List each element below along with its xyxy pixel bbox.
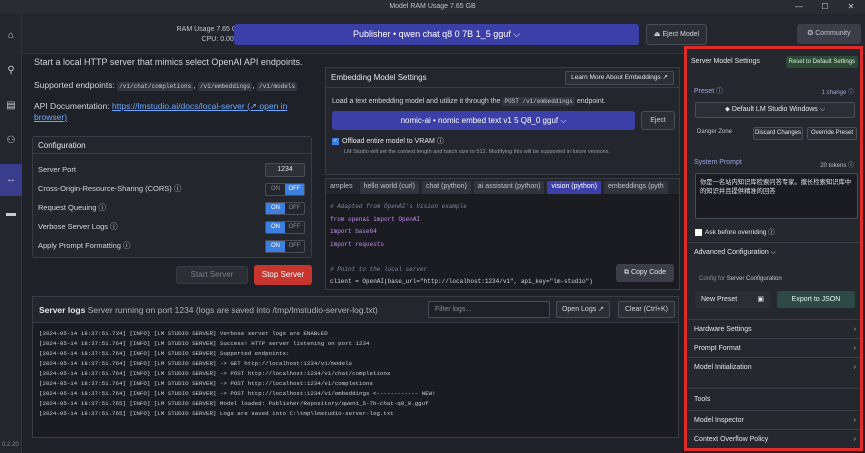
override-preset-button[interactable]: Override Preset: [807, 127, 857, 140]
prompt-format-section[interactable]: Prompt Format ›: [687, 338, 860, 357]
model-inspector-section[interactable]: Model Inspector ›: [687, 410, 860, 429]
title-bar: Model RAM Usage 7.65 GB — ☐ ✕: [0, 0, 865, 14]
chevron-right-icon: ›: [853, 436, 856, 443]
tab-vision-python[interactable]: vision (python): [547, 181, 601, 194]
folder-icon[interactable]: ▬: [3, 206, 19, 222]
tab-curl[interactable]: hello world (curl): [359, 181, 419, 194]
preset-label: Preset ⓘ: [694, 88, 724, 95]
code-block: # Adapted from OpenAI's Vision example f…: [330, 203, 593, 285]
local-server-icon[interactable]: ↔: [0, 164, 22, 196]
tools-section-header: Tools: [687, 388, 860, 410]
app-version: 0.2.20: [2, 442, 19, 448]
tab-chat-python[interactable]: chat (python): [421, 181, 471, 194]
log-line: [2024-05-14 18:37:51.764] [INFO] [LM STU…: [39, 390, 436, 397]
server-logs-panel: Server logs Server running on port 1234 …: [32, 296, 679, 438]
embedding-model-selector[interactable]: nomic-ai • nomic embed text v1 5 Q8_0 gg…: [332, 111, 635, 130]
model-initialization-section[interactable]: Model Initialization ›: [687, 357, 860, 376]
tab-assistant-python[interactable]: ai assistant (python): [473, 181, 545, 194]
log-line: [2024-05-14 18:37:51.734] [INFO] [LM STU…: [39, 330, 328, 337]
tab-examples[interactable]: amples: [326, 181, 357, 194]
embedding-settings-panel: Embedding Model Settings Learn More Abou…: [325, 67, 680, 175]
hardware-settings-section[interactable]: Hardware Settings ›: [687, 319, 860, 338]
prompt-format-toggle[interactable]: ON OFF: [265, 240, 305, 253]
maximize-icon[interactable]: ☐: [814, 0, 836, 14]
ask-before-overriding-checkbox[interactable]: Ask before overriding ⓘ: [695, 226, 775, 236]
snippet-tabs: amples hello world (curl) chat (python) …: [326, 179, 679, 194]
open-logs-button[interactable]: Open Logs ↗: [556, 301, 610, 318]
queue-toggle[interactable]: ON OFF: [265, 202, 305, 215]
chevron-right-icon: ›: [853, 345, 856, 352]
close-icon[interactable]: ✕: [840, 0, 862, 14]
reset-defaults-button[interactable]: Reset to Default Settings: [785, 56, 858, 68]
log-line: [2024-05-14 18:37:51.765] [INFO] [LM STU…: [39, 410, 394, 417]
search-icon[interactable]: ⚲: [3, 63, 19, 79]
configuration-panel: Configuration Server Port 1234 Cross-Ori…: [32, 136, 312, 258]
clear-logs-button[interactable]: Clear (Ctrl+K): [618, 301, 675, 318]
stop-server-button[interactable]: Stop Server: [254, 265, 312, 285]
chat-icon[interactable]: ▤: [3, 98, 19, 114]
eject-model-button[interactable]: ⏏ Eject Model: [646, 24, 707, 45]
advanced-configuration-toggle[interactable]: Advanced Configuration ⌵: [687, 242, 860, 261]
system-prompt-label: System Prompt: [694, 159, 742, 166]
chevron-right-icon: ›: [853, 417, 856, 424]
code-snippets-panel: amples hello world (curl) chat (python) …: [325, 178, 680, 290]
checkbox-icon: [695, 228, 702, 236]
discard-changes-button[interactable]: Discard Changes: [753, 127, 803, 140]
system-prompt-input[interactable]: 你是一名站内知识库检索问答专家。擅长检索知识库中的知识并且提供精准的回答: [695, 173, 858, 219]
log-line: [2024-05-14 18:37:51.765] [INFO] [LM STU…: [39, 400, 429, 407]
preset-change-count: 1 change ⓘ: [821, 90, 854, 96]
cors-row: Cross-Origin-Resource-Sharing (CORS) ⓘ O…: [38, 181, 308, 197]
endpoints-list: Supported endpoints: /v1/chat/completion…: [34, 80, 298, 91]
model-selector[interactable]: Publisher • qwen chat q8 0 7B 1_5 gguf ⌵: [234, 24, 639, 45]
token-count: 20 tokens ⓘ: [820, 163, 854, 169]
server-model-settings-panel: Server Model Settings Reset to Default S…: [684, 46, 863, 451]
embedding-description: Load a text embedding model and utilize …: [332, 97, 606, 106]
settings-title: Server Model Settings: [691, 58, 760, 65]
check-icon: ✓: [332, 137, 339, 145]
config-for-label: Config for Server Configuration: [699, 276, 782, 282]
copy-code-button[interactable]: ⧉ Copy Code: [616, 264, 674, 282]
server-logs-header: Server logs Server running on port 1234 …: [33, 297, 678, 323]
offload-vram-checkbox[interactable]: ✓ Offload entire model to VRAM ⓘ: [332, 136, 444, 146]
preset-selector[interactable]: ⬥ Default LM Studio Windows ⌵: [695, 102, 855, 118]
playground-icon[interactable]: ⚇: [3, 133, 19, 149]
verbose-toggle[interactable]: ON OFF: [265, 221, 305, 234]
server-intro: Start a local HTTP server that mimics se…: [34, 57, 303, 67]
window-title: Model RAM Usage 7.65 GB: [389, 3, 476, 10]
app-window: Model RAM Usage 7.65 GB — ☐ ✕ ⌂ ⚲ ▤ ⚇ ↔ …: [0, 0, 865, 453]
chevron-right-icon: ›: [853, 364, 856, 371]
eject-embedding-button[interactable]: Eject: [641, 111, 675, 130]
home-icon[interactable]: ⌂: [3, 28, 19, 44]
log-line: [2024-05-14 18:37:51.764] [INFO] [LM STU…: [39, 380, 373, 387]
new-preset-button[interactable]: New Preset ▣: [695, 291, 770, 308]
embedding-note: LM Studio will set the context length an…: [344, 149, 610, 155]
prompt-format-row: Apply Prompt Formatting ⓘ ON OFF: [38, 238, 308, 254]
start-server-button[interactable]: Start Server: [176, 266, 248, 284]
export-json-button[interactable]: Export to JSON: [777, 291, 855, 308]
log-line: [2024-05-14 18:37:51.764] [INFO] [LM STU…: [39, 350, 290, 357]
tab-embeddings-python[interactable]: embeddings (pyth: [603, 181, 668, 194]
resource-usage: RAM Usage 7.65 GB CPU: 0.00 %: [176, 26, 242, 43]
minimize-icon[interactable]: —: [788, 0, 810, 14]
queue-row: Request Queuing ⓘ ON OFF: [38, 200, 308, 216]
save-icon: ▣: [757, 296, 764, 303]
api-documentation: API Documentation: https://lmstudio.ai/d…: [34, 101, 288, 122]
logs-title: Server logs Server running on port 1234 …: [39, 305, 378, 315]
cors-toggle[interactable]: ON OFF: [265, 183, 305, 196]
log-line: [2024-05-14 18:37:51.764] [INFO] [LM STU…: [39, 370, 391, 377]
learn-embeddings-button[interactable]: Learn More About Embeddings ↗: [565, 71, 674, 85]
context-overflow-section[interactable]: Context Overflow Policy ›: [687, 429, 860, 448]
verbose-row: Verbose Server Logs ⓘ ON OFF: [38, 219, 308, 235]
log-line: [2024-05-14 18:37:51.764] [INFO] [LM STU…: [39, 340, 370, 347]
log-line: [2024-05-14 18:37:51.764] [INFO] [LM STU…: [39, 360, 353, 367]
embedding-title: Embedding Model Settings Learn More Abou…: [326, 68, 679, 88]
filter-logs-input[interactable]: Filter logs...: [428, 301, 550, 318]
server-port-input[interactable]: 1234: [265, 163, 305, 177]
chevron-right-icon: ›: [853, 326, 856, 333]
community-button[interactable]: ✪ Community: [797, 24, 861, 44]
danger-zone-label: Danger Zone: [697, 129, 733, 135]
configuration-title: Configuration: [33, 137, 311, 154]
sidebar: ⌂ ⚲ ▤ ⚇ ↔ ▬ 0.2.20: [0, 14, 22, 453]
server-port-row: Server Port 1234: [38, 162, 308, 178]
